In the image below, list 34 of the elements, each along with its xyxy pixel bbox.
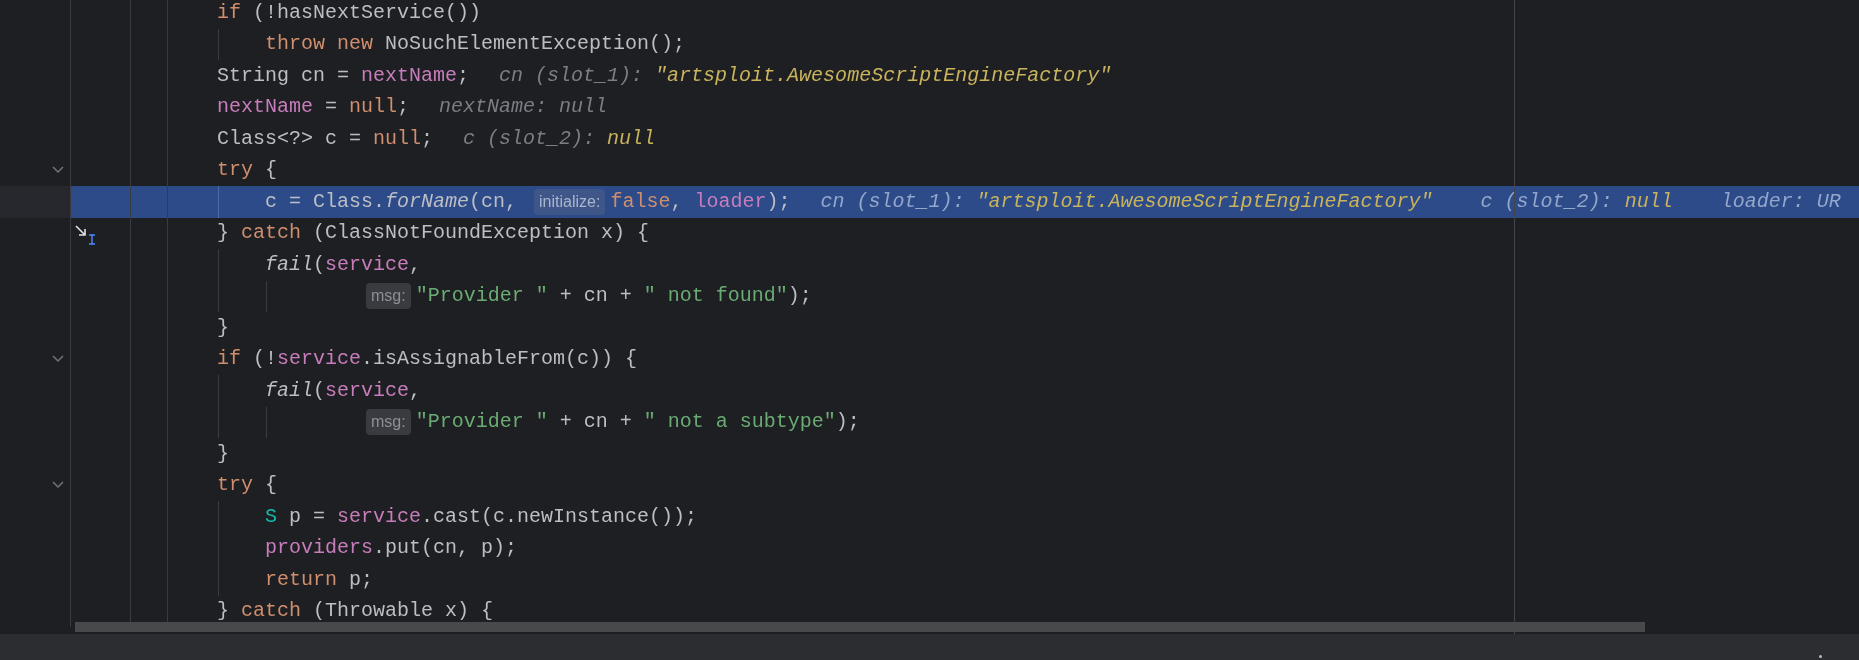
code-line: } [217, 314, 229, 341]
code-line: fail(service, [265, 377, 422, 404]
parameter-hint: msg: [366, 409, 411, 436]
code-line: S p = service.cast(c.newInstance()); [265, 503, 698, 530]
code-line: if (!hasNextService()) [217, 0, 482, 26]
chevron-icon[interactable] [51, 353, 65, 364]
code-line: c = Class.forName(cn, [265, 188, 519, 215]
inline-value: nextName: null [439, 94, 608, 121]
parameter-hint: initialize: [534, 188, 606, 215]
parameter-hint: msg: [366, 283, 411, 310]
code-line: fail(service, [265, 251, 422, 278]
code-line: } [217, 440, 229, 467]
code-line: try { [217, 472, 278, 499]
inline-value: cn (slot_1): "artsploit.AwesomeScriptEngineFactory" [820, 188, 1433, 215]
chevron-icon[interactable] [51, 479, 65, 490]
inline-value: cn (slot_1): "artsploit.AwesomeScriptEngineFactory" [499, 62, 1112, 89]
code-line: return p; [265, 566, 374, 593]
chevron-icon[interactable] [51, 164, 65, 175]
code-line: false, loader); [610, 188, 791, 215]
inline-value: loader: UR [1720, 188, 1841, 215]
code-line: } catch (ClassNotFoundException x) { [217, 220, 650, 247]
code-line: throw new NoSuchElementException(); [265, 31, 686, 58]
code-line: "Provider " + cn + " not a subtype"); [415, 409, 860, 436]
code-line: try { [217, 157, 278, 184]
code-line: providers.put(cn, p); [265, 535, 518, 562]
code-line: String cn = nextName; [217, 62, 470, 89]
code-line: } catch (Throwable x) { [217, 598, 494, 625]
code-line: nextName = null; [217, 94, 410, 121]
horizontal-scrollbar[interactable] [75, 622, 1645, 632]
inline-value: c (slot_2): null [463, 125, 656, 152]
code-line: if (!service.isAssignableFrom(c)) { [217, 346, 638, 373]
dot-icon [1819, 655, 1822, 658]
code-line: Class<?> c = null; [217, 125, 434, 152]
code-line: "Provider " + cn + " not found"); [415, 283, 812, 310]
